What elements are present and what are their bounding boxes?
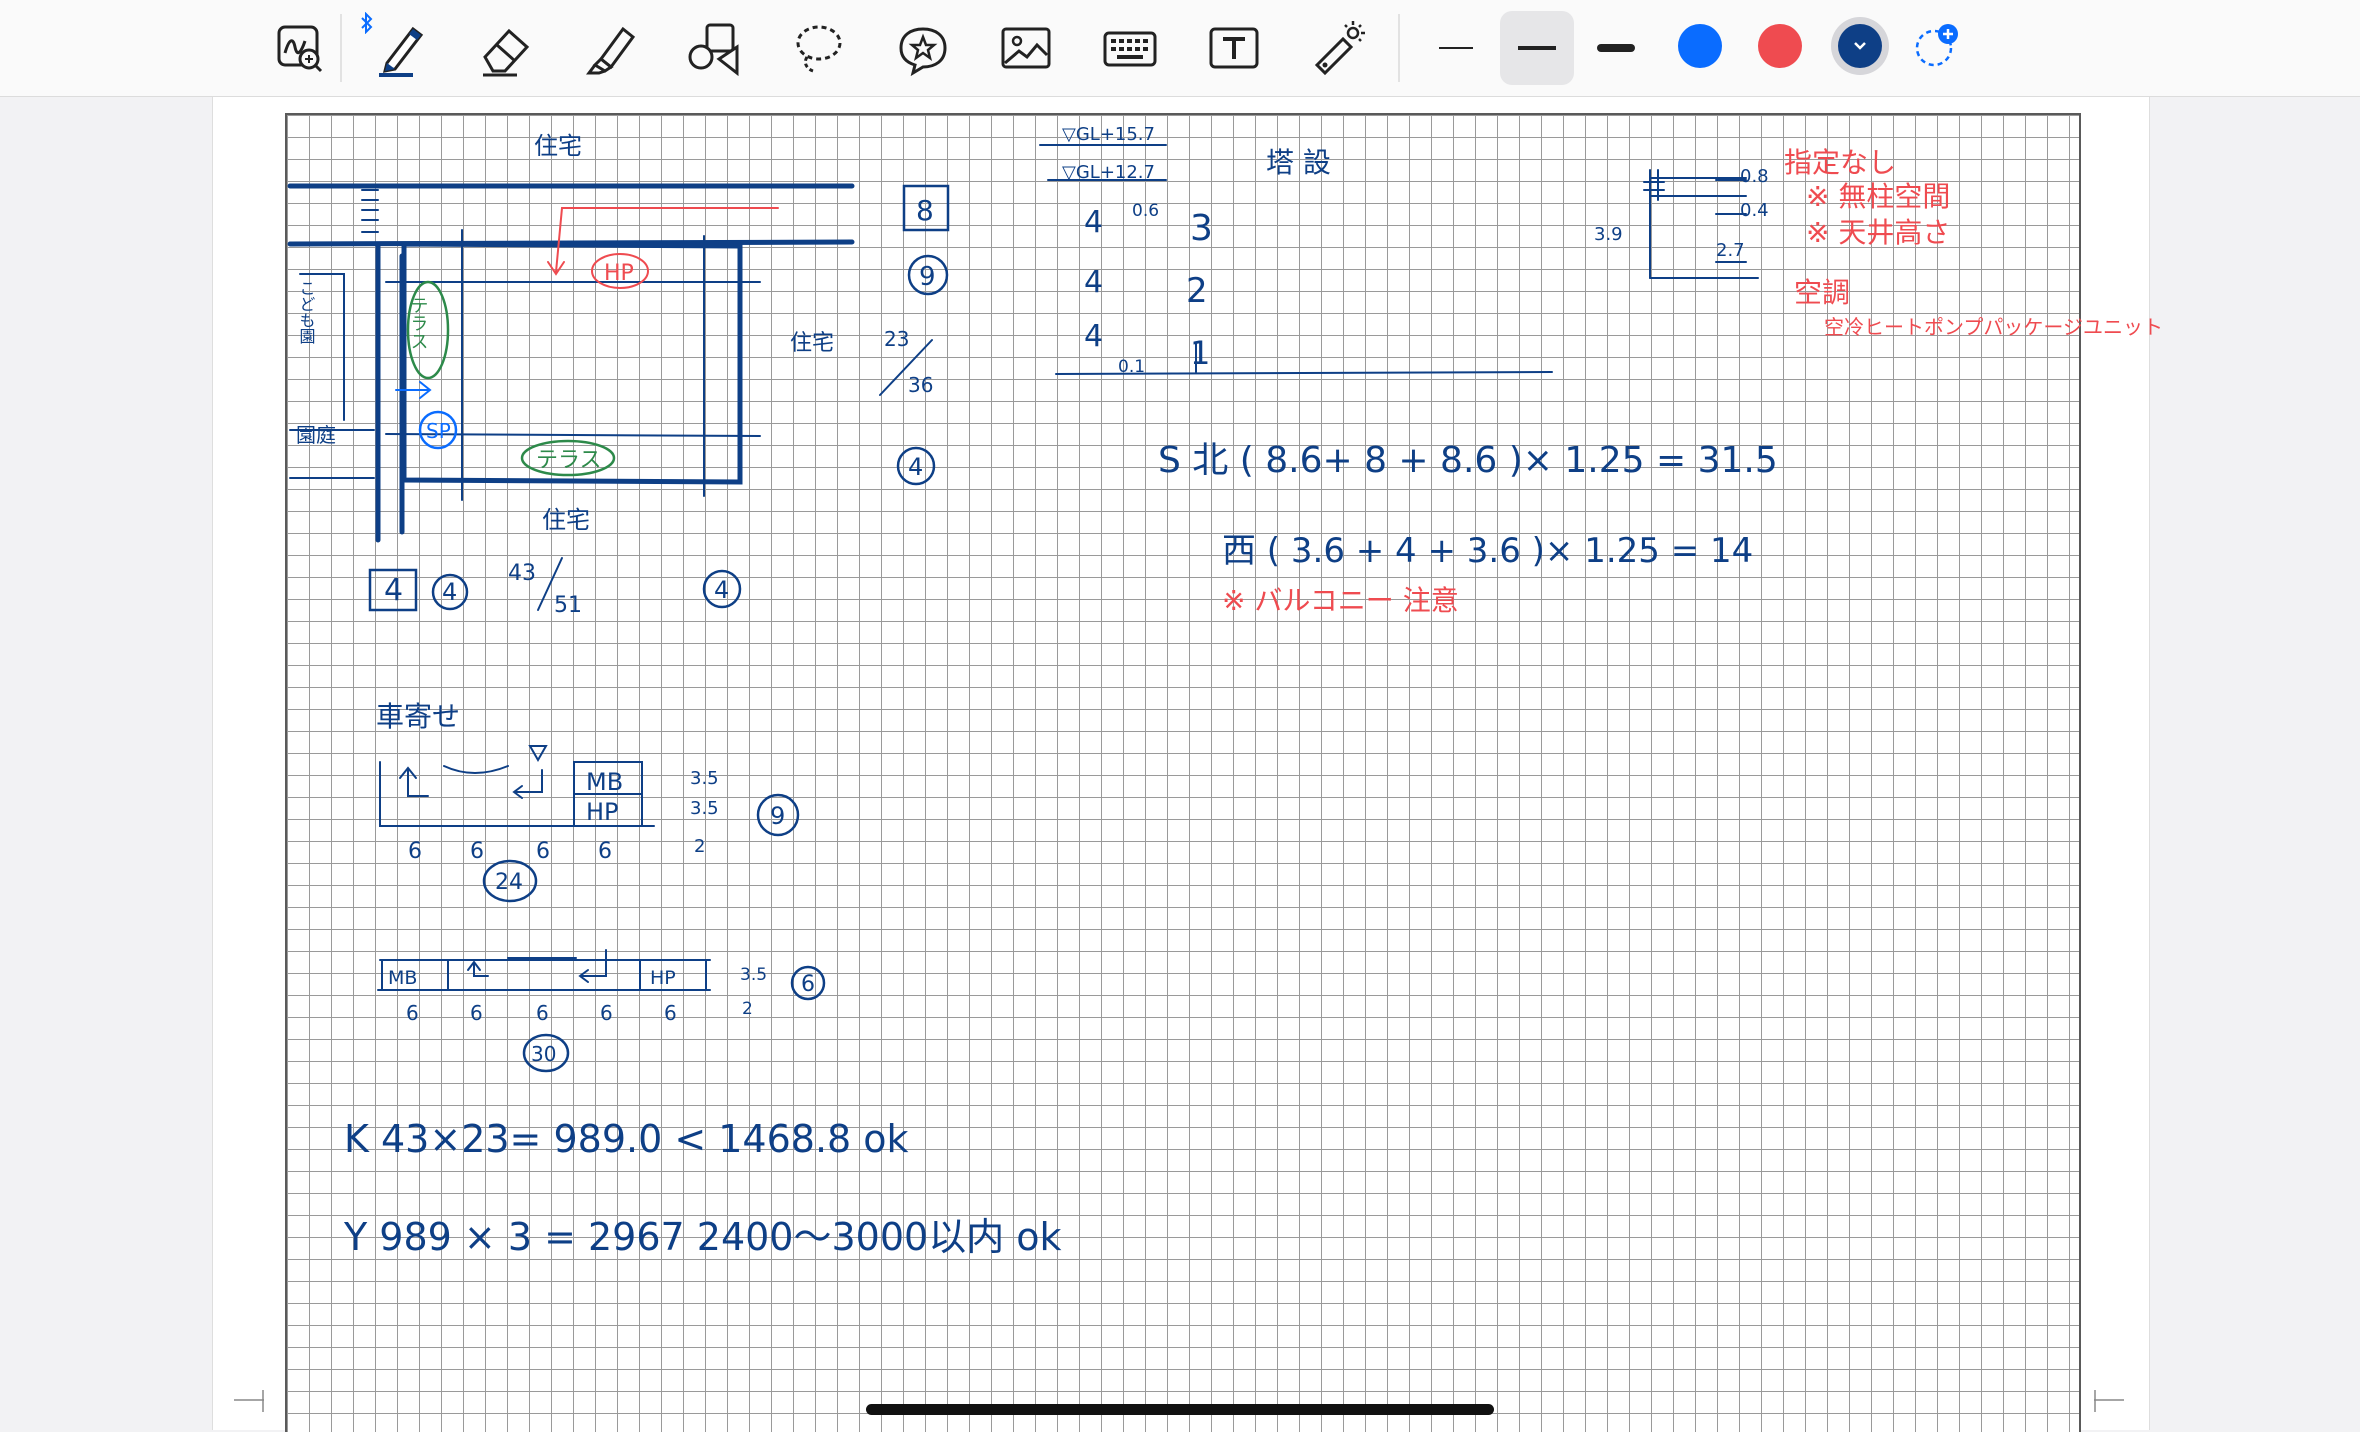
parking-mb: MB — [586, 768, 623, 796]
label-sp: SP — [426, 419, 451, 443]
elev-0-4: 0.4 — [1740, 200, 1769, 221]
dim2-d: 6 — [600, 1001, 613, 1025]
side1-b: 3.5 — [690, 798, 719, 819]
dim1-c: 6 — [536, 839, 550, 864]
parking-title: 車寄せ — [376, 700, 460, 733]
dim2-e: 6 — [664, 1001, 677, 1025]
section-labels: ▽GL+15.7 ▽GL+12.7 塔 設 4 4 4 0.6 0.1 3 2 … — [1062, 124, 1778, 617]
fraction2-top: 43 — [508, 561, 536, 586]
parking2-mb: MB — [388, 967, 417, 989]
handwritten-notes: 住宅 こども園 園庭 住宅 住宅 HP テラス SP テラス 8 9 23 36… — [287, 124, 2163, 1259]
red-notes: 指定なし ※ 無柱空間 ※ 天井高さ 空調 空冷ヒートポンプパッケージユニット — [1784, 146, 2163, 339]
small-0-1: 0.1 — [1118, 357, 1145, 377]
fraction-bottom: 36 — [908, 373, 933, 397]
dim1-a: 6 — [408, 839, 422, 864]
calculations: K 43×23= 989.0 < 1468.8 ok Y 989 × 3 = 2… — [343, 1117, 1062, 1259]
label-top-house: 住宅 — [534, 132, 582, 160]
floor-count-2: 2 — [1186, 271, 1208, 311]
side1-a: 3.5 — [690, 768, 719, 789]
label-nursery: こども園 — [297, 280, 316, 344]
calc-w-line: 西 ( 3.6 + 4 + 3.6 )× 1.25 = 14 — [1222, 531, 1753, 571]
height-3: 4 — [1084, 319, 1103, 354]
red-note-1: 指定なし — [1784, 146, 1896, 179]
height-1: 4 — [1084, 205, 1103, 240]
label-bottom-house: 住宅 — [542, 506, 590, 534]
balcony-note: ※ バルコニー 注意 — [1222, 584, 1459, 617]
label-right-house: 住宅 — [790, 331, 834, 356]
circle-4c-value: 4 — [714, 576, 729, 604]
circle-9-value: 9 — [919, 262, 936, 292]
box-8-value: 8 — [916, 194, 934, 227]
small-0-6: 0.6 — [1132, 201, 1159, 221]
box-4-value: 4 — [384, 573, 403, 608]
fraction2-bottom: 51 — [554, 593, 582, 618]
site-plan-sketch — [287, 183, 950, 612]
dim1-d: 6 — [598, 839, 612, 864]
red-note-5: 空冷ヒートポンプパッケージユニット — [1824, 315, 2163, 339]
dim1-b: 6 — [470, 839, 484, 864]
label-terrace-horizontal: テラス — [536, 448, 602, 473]
circle-9-parking: 9 — [770, 802, 785, 830]
site-plan-labels: 住宅 こども園 園庭 住宅 住宅 HP テラス SP テラス 8 9 23 36… — [296, 132, 936, 618]
side2-a: 3.5 — [740, 965, 767, 985]
label-terrace-vertical: テラス — [408, 296, 429, 350]
red-note-2: ※ 無柱空間 — [1806, 180, 1950, 213]
home-indicator[interactable] — [866, 1404, 1494, 1415]
elev-3-9: 3.9 — [1594, 224, 1623, 245]
floor-count-3: 3 — [1190, 208, 1213, 249]
elev-2-7: 2.7 — [1716, 240, 1745, 261]
total-30: 30 — [531, 1042, 556, 1066]
elev-0-8: 0.8 — [1740, 166, 1769, 187]
gl-12-7: ▽GL+12.7 — [1062, 162, 1155, 183]
parking-labels: 車寄せ MB HP 6 6 6 6 3.5 3.5 2 9 24 MB HP 6… — [376, 700, 815, 1066]
circle-4-value: 4 — [908, 453, 923, 481]
side2-b: 2 — [742, 999, 753, 1019]
fraction-top: 23 — [884, 327, 909, 351]
dim2-a: 6 — [406, 1001, 419, 1025]
dim2-c: 6 — [536, 1001, 549, 1025]
circle-6-parking: 6 — [801, 972, 815, 997]
label-hp: HP — [604, 261, 634, 286]
calc-s-line: S 北 ( 8.6+ 8 + 8.6 )× 1.25 = 31.5 — [1158, 440, 1778, 481]
circle-4b-value: 4 — [442, 578, 457, 606]
dim2-b: 6 — [470, 1001, 483, 1025]
label-garden: 園庭 — [296, 423, 336, 447]
parking2-hp: HP — [650, 967, 676, 989]
calc-y-line: Y 989 × 3 = 2967 2400〜3000以内 ok — [343, 1215, 1062, 1259]
elevation-labels: 3.9 0.8 0.4 2.7 — [1594, 166, 1769, 261]
calc-k-line: K 43×23= 989.0 < 1468.8 ok — [344, 1117, 909, 1161]
gl-15-7: ▽GL+15.7 — [1062, 124, 1155, 145]
height-2: 4 — [1084, 265, 1103, 300]
side1-c: 2 — [694, 836, 705, 857]
red-note-4: 空調 — [1794, 276, 1850, 309]
parking-hp: HP — [586, 798, 619, 826]
section-title: 塔 設 — [1266, 146, 1331, 179]
total-24: 24 — [495, 870, 523, 895]
floor-count-1: 1 — [1190, 334, 1210, 372]
red-note-3: ※ 天井高さ — [1806, 216, 1950, 249]
